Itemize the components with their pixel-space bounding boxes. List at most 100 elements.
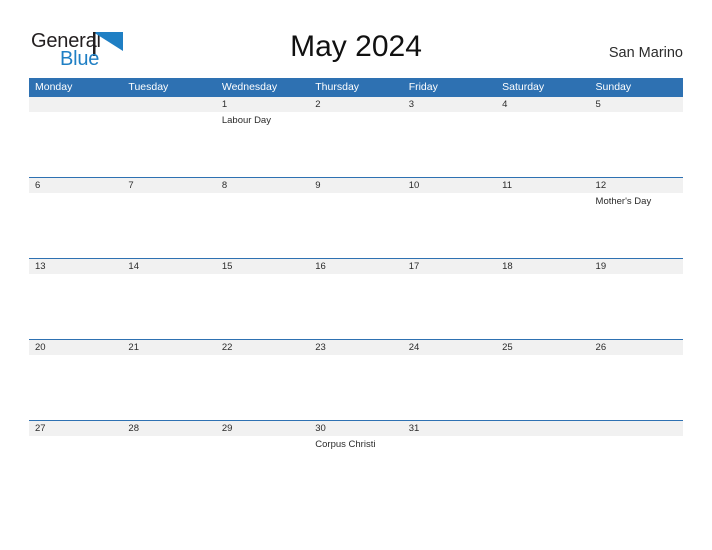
week-event-strip: Corpus Christi xyxy=(29,436,683,501)
day-cell[interactable] xyxy=(122,355,215,420)
day-number[interactable]: 17 xyxy=(403,259,496,274)
week-row: 27 28 29 30 31 Corpus Christi xyxy=(29,420,683,501)
week-date-strip: 20 21 22 23 24 25 26 xyxy=(29,340,683,355)
day-cell[interactable] xyxy=(590,274,683,339)
day-cell[interactable] xyxy=(122,112,215,177)
event-label: Labour Day xyxy=(221,115,271,126)
day-cell[interactable] xyxy=(496,193,589,258)
day-cell[interactable] xyxy=(496,436,589,501)
week-event-strip xyxy=(29,355,683,420)
week-date-strip: 13 14 15 16 17 18 19 xyxy=(29,259,683,274)
weekday-header-saturday: Saturday xyxy=(502,81,545,93)
weekday-header-sunday: Sunday xyxy=(595,81,632,93)
day-cell[interactable] xyxy=(496,274,589,339)
page-header: General Blue May 2024 San Marino xyxy=(0,0,712,78)
week-date-strip: 27 28 29 30 31 xyxy=(29,421,683,436)
day-cell[interactable] xyxy=(309,274,402,339)
day-cell[interactable] xyxy=(403,355,496,420)
week-row: 20 21 22 23 24 25 26 xyxy=(29,339,683,420)
day-number[interactable]: 15 xyxy=(216,259,309,274)
day-number[interactable]: 16 xyxy=(309,259,402,274)
day-cell[interactable] xyxy=(309,193,402,258)
weekday-header-friday: Friday xyxy=(408,81,438,93)
day-cell[interactable] xyxy=(122,274,215,339)
day-number[interactable] xyxy=(496,421,589,436)
day-cell[interactable] xyxy=(29,274,122,339)
location-label: San Marino xyxy=(608,45,683,61)
day-number[interactable]: 18 xyxy=(496,259,589,274)
day-number[interactable]: 23 xyxy=(309,340,402,355)
day-cell[interactable] xyxy=(590,355,683,420)
day-cell[interactable] xyxy=(216,193,309,258)
day-cell[interactable] xyxy=(122,193,215,258)
week-event-strip xyxy=(29,274,683,339)
calendar-grid: Monday Tuesday Wednesday Thursday Friday… xyxy=(29,78,683,501)
day-cell[interactable]: Labour Day xyxy=(216,112,309,177)
day-number[interactable]: 30 xyxy=(309,421,402,436)
day-number[interactable]: 26 xyxy=(590,340,683,355)
event-label: Corpus Christi xyxy=(315,439,376,450)
day-cell[interactable] xyxy=(403,436,496,501)
day-number[interactable]: 4 xyxy=(496,97,589,112)
day-number[interactable]: 27 xyxy=(29,421,122,436)
day-number[interactable]: 19 xyxy=(590,259,683,274)
day-number[interactable]: 6 xyxy=(29,178,122,193)
day-number[interactable]: 31 xyxy=(403,421,496,436)
week-event-strip: Mother's Day xyxy=(29,193,683,258)
week-row: 13 14 15 16 17 18 19 xyxy=(29,258,683,339)
day-number[interactable]: 9 xyxy=(309,178,402,193)
day-number[interactable]: 10 xyxy=(403,178,496,193)
day-cell[interactable]: Mother's Day xyxy=(590,193,683,258)
weekday-header-row: Monday Tuesday Wednesday Thursday Friday… xyxy=(29,78,683,96)
day-cell[interactable] xyxy=(309,112,402,177)
day-cell[interactable] xyxy=(216,355,309,420)
weekday-header-thursday: Thursday xyxy=(315,81,360,93)
day-cell[interactable] xyxy=(216,274,309,339)
day-cell[interactable]: Corpus Christi xyxy=(309,436,402,501)
day-cell[interactable] xyxy=(309,355,402,420)
day-cell[interactable] xyxy=(122,436,215,501)
weekday-header-wednesday: Wednesday xyxy=(221,81,278,93)
day-number[interactable]: 3 xyxy=(403,97,496,112)
week-row: 6 7 8 9 10 11 12 Mother's Day xyxy=(29,177,683,258)
day-cell[interactable] xyxy=(29,436,122,501)
day-cell[interactable] xyxy=(496,112,589,177)
weekday-header-tuesday: Tuesday xyxy=(128,81,169,93)
day-number[interactable]: 7 xyxy=(122,178,215,193)
week-date-strip: 1 2 3 4 5 xyxy=(29,97,683,112)
week-date-strip: 6 7 8 9 10 11 12 xyxy=(29,178,683,193)
day-number[interactable]: 11 xyxy=(496,178,589,193)
day-number[interactable]: 1 xyxy=(216,97,309,112)
day-number[interactable]: 8 xyxy=(216,178,309,193)
event-label: Mother's Day xyxy=(595,196,652,207)
day-cell[interactable] xyxy=(403,112,496,177)
day-cell[interactable] xyxy=(590,436,683,501)
day-number[interactable]: 24 xyxy=(403,340,496,355)
weekday-header-monday: Monday xyxy=(35,81,73,93)
day-number[interactable] xyxy=(590,421,683,436)
week-event-strip: Labour Day xyxy=(29,112,683,177)
day-cell[interactable] xyxy=(216,436,309,501)
day-number[interactable]: 25 xyxy=(496,340,589,355)
day-number[interactable]: 5 xyxy=(590,97,683,112)
day-number[interactable] xyxy=(122,97,215,112)
day-number[interactable]: 2 xyxy=(309,97,402,112)
day-cell[interactable] xyxy=(403,193,496,258)
day-number[interactable]: 22 xyxy=(216,340,309,355)
day-number[interactable]: 12 xyxy=(590,178,683,193)
day-number[interactable]: 29 xyxy=(216,421,309,436)
day-cell[interactable] xyxy=(496,355,589,420)
day-number[interactable]: 20 xyxy=(29,340,122,355)
day-number[interactable]: 28 xyxy=(122,421,215,436)
day-number[interactable] xyxy=(29,97,122,112)
day-cell[interactable] xyxy=(29,193,122,258)
day-cell[interactable] xyxy=(29,112,122,177)
day-cell[interactable] xyxy=(29,355,122,420)
day-cell[interactable] xyxy=(403,274,496,339)
day-number[interactable]: 13 xyxy=(29,259,122,274)
day-number[interactable]: 14 xyxy=(122,259,215,274)
day-number[interactable]: 21 xyxy=(122,340,215,355)
page-title: May 2024 xyxy=(290,30,422,63)
day-cell[interactable] xyxy=(590,112,683,177)
week-row: 1 2 3 4 5 Labour Day xyxy=(29,96,683,177)
